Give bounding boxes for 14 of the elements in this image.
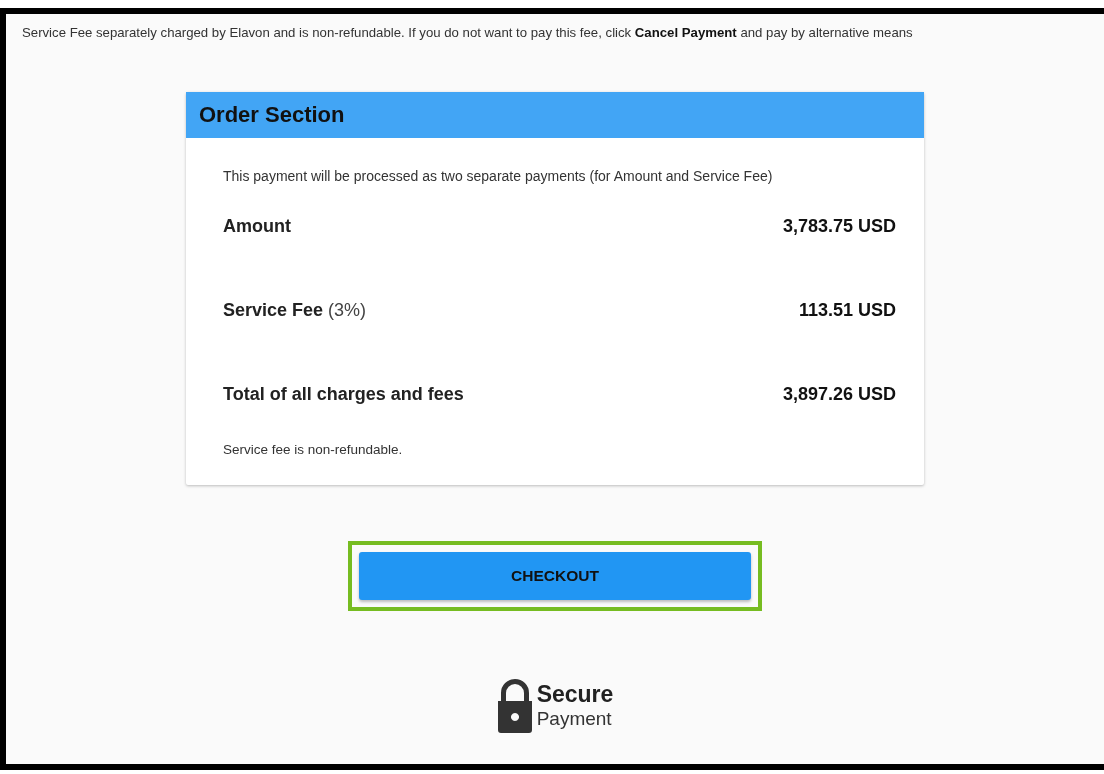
charge-label: Amount bbox=[223, 215, 291, 237]
secure-title: Secure bbox=[536, 680, 614, 708]
charge-value: 3,897.26 USD bbox=[782, 383, 896, 405]
payment-intro: This payment will be processed as two separate payments (for Amount and Service Fee) bbox=[223, 168, 774, 184]
refund-note: Service fee is non-refundable. bbox=[223, 442, 404, 457]
charge-value: 3,783.75 USD bbox=[782, 215, 896, 237]
secure-subtitle: Payment bbox=[536, 707, 613, 730]
charge-label: Total of all charges and fees bbox=[223, 383, 464, 405]
charge-label: Service Fee (3%) bbox=[223, 299, 367, 321]
lock-icon bbox=[496, 677, 533, 733]
fee-notice: Service Fee separately charged by Elavon and is non-refundable. If you do not want to pay this fee, click Cancel Payment and pay by alternative means bbox=[21, 24, 914, 40]
card-title: Order Section bbox=[186, 92, 924, 138]
checkout-button[interactable]: CHECKOUT bbox=[359, 552, 751, 600]
charge-value: 113.51 USD bbox=[798, 299, 896, 321]
